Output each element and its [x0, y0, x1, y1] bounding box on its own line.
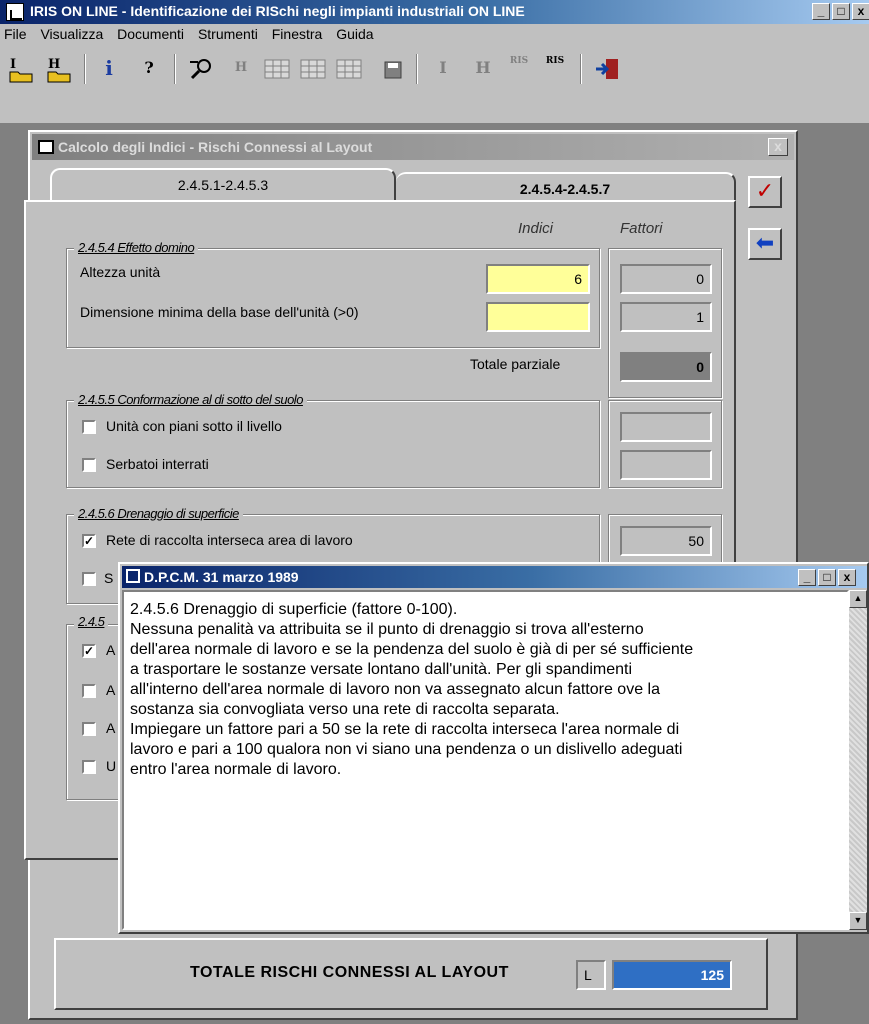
app-icon: [6, 3, 24, 21]
dpcm-popup-window: D.P.C.M. 31 marzo 1989 _ □ x 2.4.5.6 Dre…: [118, 562, 869, 934]
confirm-check-icon[interactable]: ✓: [748, 176, 782, 208]
table-icon-3[interactable]: [334, 54, 364, 84]
checkbox-drenaggio-2[interactable]: [82, 572, 96, 586]
checkbox-a2[interactable]: [82, 684, 96, 698]
group-header-drenaggio: 2.4.5.6 Drenaggio di superficie: [74, 506, 243, 521]
doc-ris-icon[interactable]: RIS: [504, 54, 534, 84]
group-header-2457: 2.4.5: [74, 614, 109, 629]
app-title: IRIS ON LINE - Identificazione dei RISch…: [30, 3, 525, 19]
popup-close-button[interactable]: x: [838, 569, 856, 586]
fattore-rete-raccolta: 50: [620, 526, 712, 556]
menu-visualizza[interactable]: Visualizza: [36, 24, 109, 42]
save-icon[interactable]: [378, 54, 408, 84]
group-conformazione: [66, 400, 600, 488]
toolbar-separator: [416, 54, 418, 84]
totale-parziale-label: Totale parziale: [470, 356, 561, 372]
totale-box: TOTALE RISCHI CONNESSI AL LAYOUT L 125: [54, 938, 768, 1010]
checkbox-piani-sotto[interactable]: [82, 420, 96, 434]
label-u: U: [106, 758, 117, 774]
menu-finestra[interactable]: Finestra: [268, 24, 329, 42]
svg-text:H: H: [48, 57, 60, 72]
group-effetto-domino: [66, 248, 600, 348]
label-a1: A: [106, 642, 116, 658]
menu-bar: File Visualizza Documenti Strumenti Fine…: [0, 24, 869, 46]
checkbox-a1[interactable]: ✓: [82, 644, 96, 658]
menu-guida[interactable]: Guida: [332, 24, 379, 42]
label-a3: A: [106, 720, 116, 736]
exit-door-icon[interactable]: [592, 54, 622, 84]
altezza-label: Altezza unità: [80, 264, 161, 280]
toolbar: I H i ? H I H RIS RIS: [0, 46, 869, 124]
group-header-conformazione: 2.4.5.5 Conformazione al di sotto del su…: [74, 392, 307, 407]
label-serbatoi: Serbatoi interrati: [106, 456, 209, 472]
fattori-frame: [608, 248, 722, 398]
dimensione-input[interactable]: [486, 302, 590, 332]
scroll-down-arrow-icon[interactable]: ▼: [849, 912, 867, 930]
minimize-button[interactable]: _: [812, 3, 830, 20]
doc-h-icon[interactable]: H: [468, 54, 498, 84]
label-piani-sotto: Unità con piani sotto il livello: [106, 418, 282, 434]
toolbar-separator: [580, 54, 582, 84]
child-close-button[interactable]: x: [768, 138, 788, 156]
open-i-folder-icon[interactable]: I: [6, 54, 36, 84]
doc-ris-undo-icon[interactable]: RIS: [540, 54, 570, 84]
totale-value: 125: [612, 960, 732, 990]
label-drenaggio-2: S: [104, 570, 114, 586]
column-fattori: Fattori: [620, 220, 663, 237]
open-h-folder-icon[interactable]: H: [44, 54, 74, 84]
group-2457: [66, 624, 126, 800]
tab-2451-2453[interactable]: 2.4.5.1-2.4.5.3: [50, 168, 396, 202]
popup-scrollbar[interactable]: ▲ ▼: [849, 590, 867, 930]
menu-strumenti[interactable]: Strumenti: [194, 24, 264, 42]
toolbar-separator: [174, 54, 176, 84]
label-a2: A: [106, 682, 116, 698]
popup-title: D.P.C.M. 31 marzo 1989: [144, 569, 299, 585]
child-title: Calcolo degli Indici - Rischi Connessi a…: [58, 139, 373, 155]
table-icon-1[interactable]: [262, 54, 292, 84]
toolbar-separator: [84, 54, 86, 84]
back-arrow-icon[interactable]: ⬅: [748, 228, 782, 260]
dimensione-label: Dimensione minima della base dell'unità …: [80, 304, 359, 320]
popup-maximize-button[interactable]: □: [818, 569, 836, 586]
search-h-icon[interactable]: H: [226, 54, 256, 84]
table-icon-2[interactable]: [298, 54, 328, 84]
checkbox-u[interactable]: [82, 760, 96, 774]
menu-file[interactable]: File: [0, 24, 33, 42]
maximize-button[interactable]: □: [832, 3, 850, 20]
altezza-input[interactable]: 6: [486, 264, 590, 294]
menu-documenti[interactable]: Documenti: [113, 24, 190, 42]
search-icon[interactable]: [186, 54, 216, 84]
popup-window-icon: [126, 569, 140, 583]
column-indici: Indici: [518, 220, 554, 237]
checkbox-a3[interactable]: [82, 722, 96, 736]
fattore-serbatoi: [620, 450, 712, 480]
fattore-piani-sotto: [620, 412, 712, 442]
popup-title-bar: D.P.C.M. 31 marzo 1989 _ □ x: [122, 566, 867, 588]
checkbox-serbatoi[interactable]: [82, 458, 96, 472]
popup-text-area[interactable]: 2.4.5.6 Drenaggio di superficie (fattore…: [122, 590, 849, 930]
label-rete-raccolta: Rete di raccolta interseca area di lavor…: [106, 532, 353, 548]
svg-text:I: I: [10, 57, 16, 72]
group-header-domino: 2.4.5.4 Effetto domino: [74, 240, 199, 255]
close-button[interactable]: x: [852, 3, 869, 20]
popup-minimize-button[interactable]: _: [798, 569, 816, 586]
app-title-bar: IRIS ON LINE - Identificazione dei RISch…: [0, 0, 869, 24]
scroll-up-arrow-icon[interactable]: ▲: [849, 590, 867, 608]
doc-i-icon[interactable]: I: [428, 54, 458, 84]
totale-code: L: [576, 960, 606, 990]
window-icon: [38, 140, 54, 154]
child-title-bar: Calcolo degli Indici - Rischi Connessi a…: [32, 134, 794, 160]
info-icon[interactable]: i: [94, 54, 124, 84]
checkbox-rete-raccolta[interactable]: ✓: [82, 534, 96, 548]
help-icon[interactable]: ?: [134, 54, 164, 84]
totale-label: TOTALE RISCHI CONNESSI AL LAYOUT: [190, 964, 509, 981]
